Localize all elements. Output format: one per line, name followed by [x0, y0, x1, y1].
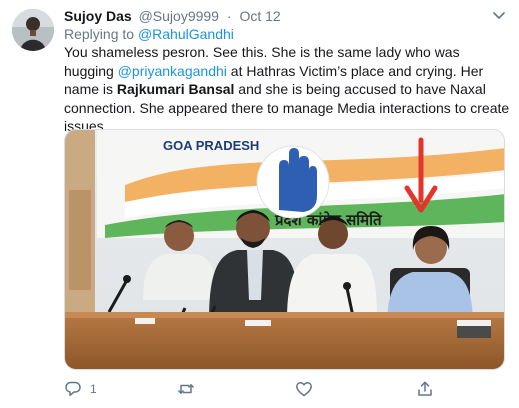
retweet-button[interactable] [177, 378, 203, 400]
share-button[interactable] [416, 378, 434, 400]
tweet-photo[interactable]: GOA PRADESH प्रदेश कांग्रेस समिति [64, 129, 505, 370]
like-button[interactable] [295, 378, 321, 400]
heart-icon [295, 380, 313, 398]
reply-button[interactable]: 1 [64, 378, 97, 400]
mention-link[interactable]: @priyankagandhi [118, 63, 227, 79]
author-handle[interactable]: @Sujoy9999 [139, 8, 219, 24]
replying-to: Replying to @RahulGandhi [64, 25, 234, 43]
tweet-text: You shameless pesron. See this. She is t… [64, 43, 512, 136]
tweet-date[interactable]: Oct 12 [239, 8, 280, 24]
retweet-icon [177, 380, 195, 398]
more-options-chevron-icon[interactable] [491, 8, 507, 24]
replying-to-link[interactable]: @RahulGandhi [138, 26, 234, 42]
reply-icon [64, 380, 82, 398]
author-name[interactable]: Sujoy Das [64, 8, 132, 24]
avatar[interactable] [12, 9, 54, 51]
tweet-actions: 1 [64, 378, 505, 400]
separator-dot: · [226, 8, 232, 24]
reply-count: 1 [90, 382, 97, 396]
highlighted-name: Rajkumari Bansal [116, 81, 235, 97]
share-icon [416, 380, 434, 398]
tweet-header: Sujoy Das @Sujoy9999 · Oct 12 [64, 6, 281, 26]
replying-prefix: Replying to [64, 26, 138, 42]
banner-text-left: GOA PRADESH [163, 138, 259, 153]
tweet-card[interactable]: Sujoy Das @Sujoy9999 · Oct 12 Replying t… [0, 0, 519, 408]
hand-symbol-icon [256, 145, 330, 219]
